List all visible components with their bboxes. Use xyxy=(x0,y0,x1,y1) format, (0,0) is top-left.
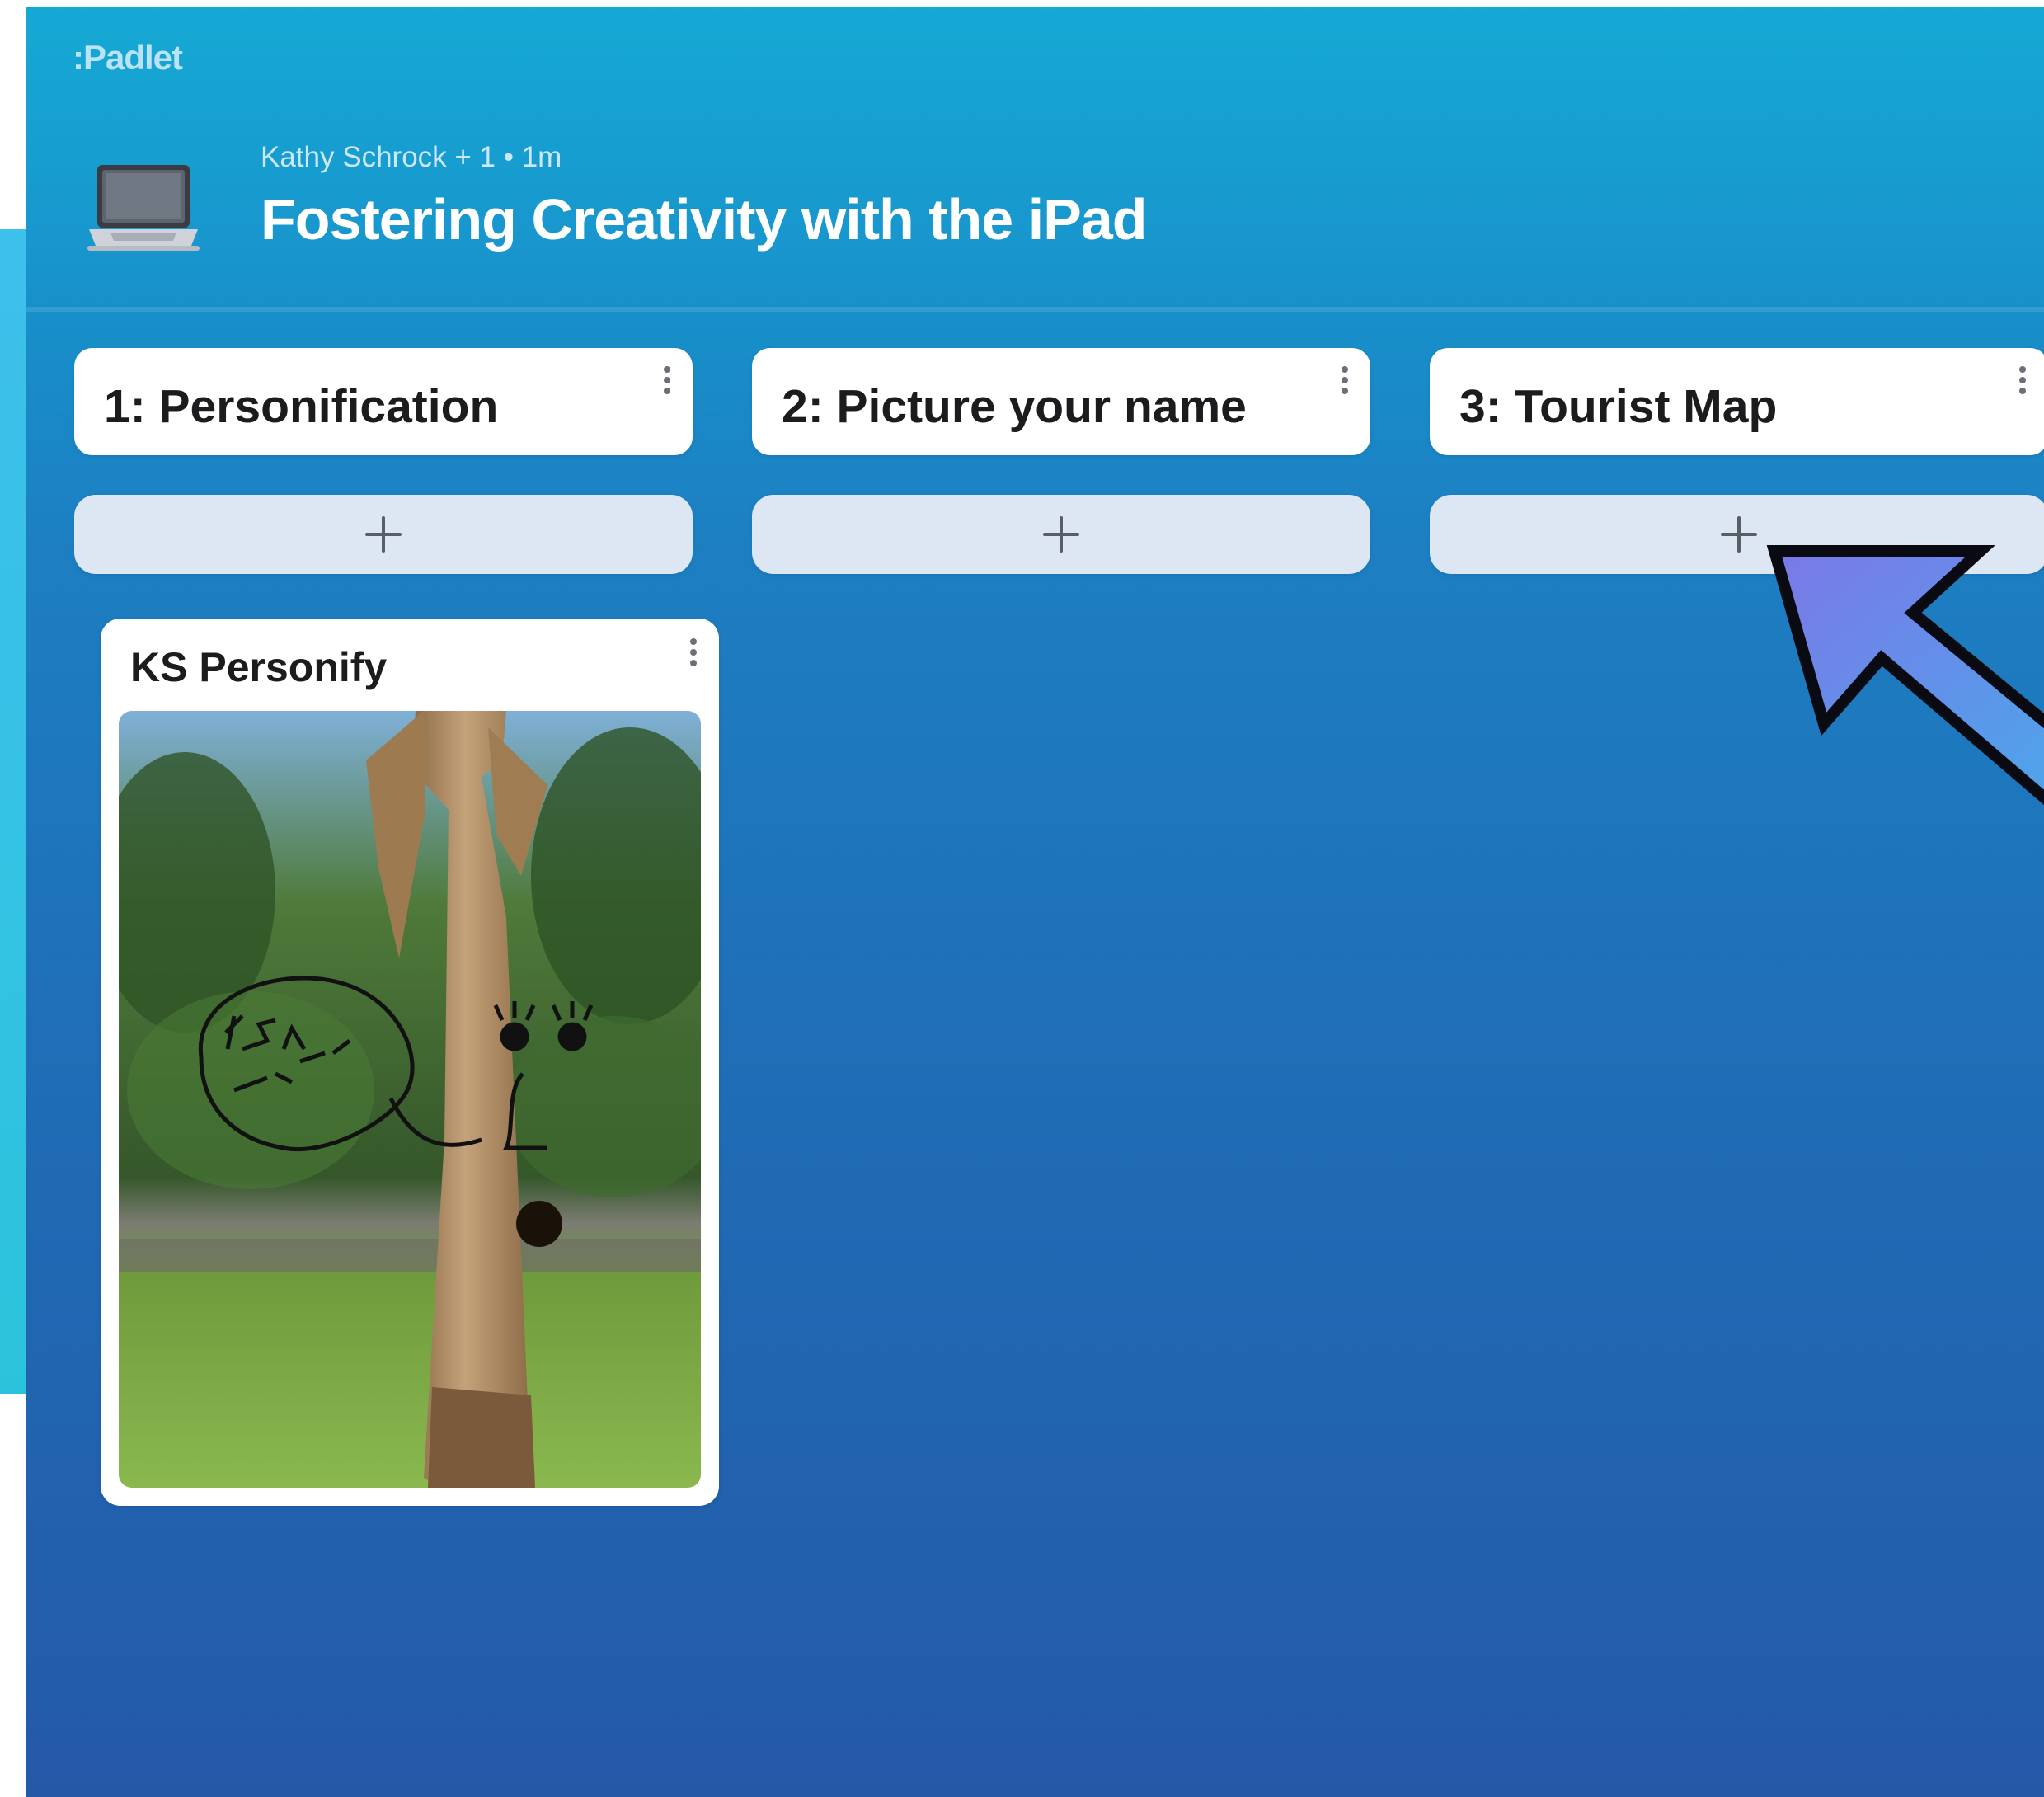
section-header[interactable]: 2: Picture your name xyxy=(752,348,1370,455)
wood-carving-photo xyxy=(119,711,701,1488)
padlet-logo[interactable]: :Padlet xyxy=(73,38,183,78)
board-title[interactable]: Fostering Creativity with the iPad xyxy=(261,186,1148,252)
post-title: KS Personify xyxy=(130,644,388,690)
section-column-1: 1: Personification xyxy=(74,348,693,574)
add-post-button[interactable] xyxy=(752,495,1370,574)
plus-icon xyxy=(1043,516,1079,553)
more-options-icon[interactable] xyxy=(661,366,673,402)
board-meta: Kathy Schrock + 1 • 1m xyxy=(261,141,562,173)
laptop-icon xyxy=(87,165,200,251)
section-title: 1: Personification xyxy=(104,380,499,433)
plus-icon xyxy=(365,516,402,553)
padlet-board: :Padlet Kathy Schrock + 1 • 1m Fostering… xyxy=(26,7,2044,1797)
section-title: 2: Picture your name xyxy=(782,380,1247,433)
section-column-2: 2: Picture your name xyxy=(752,348,1370,574)
more-options-icon[interactable] xyxy=(1339,366,1351,402)
side-strip xyxy=(0,229,26,1394)
section-header[interactable]: 1: Personification xyxy=(74,348,693,455)
post-image[interactable] xyxy=(119,711,701,1488)
section-header[interactable]: 3: Tourist Map xyxy=(1430,348,2044,455)
pointer-arrow-icon xyxy=(1766,545,2044,806)
more-options-icon[interactable] xyxy=(2017,366,2028,402)
more-options-icon[interactable] xyxy=(688,638,699,675)
post-card[interactable]: KS Personify xyxy=(101,619,719,1506)
section-title: 3: Tourist Map xyxy=(1459,380,1778,433)
add-post-button[interactable] xyxy=(74,495,693,574)
